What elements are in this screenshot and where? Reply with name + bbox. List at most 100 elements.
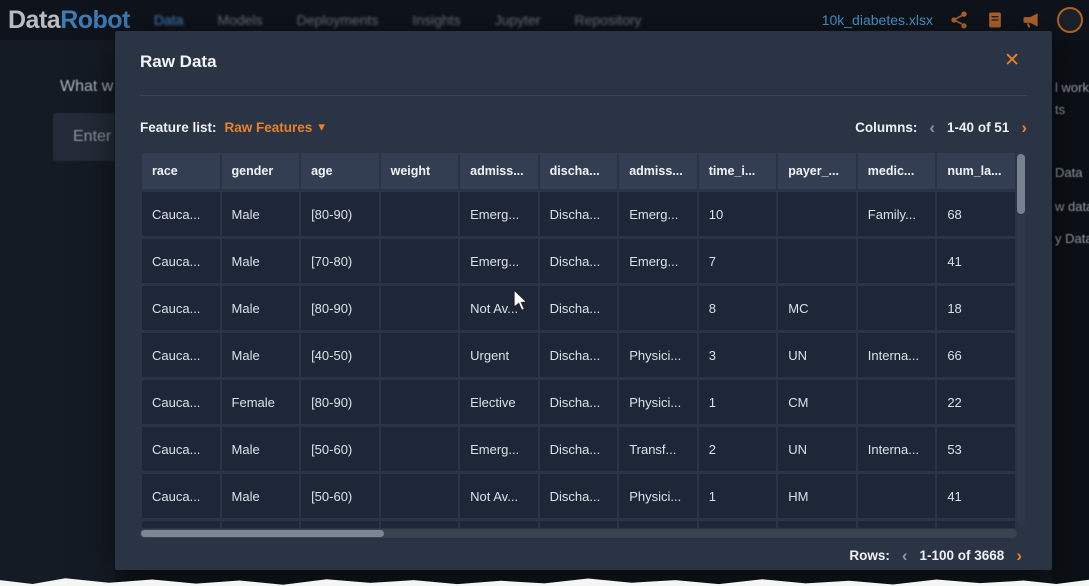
table-cell: Emerg... [619, 239, 697, 283]
predict-question-text: What w [60, 78, 115, 96]
table-cell: Physici... [619, 333, 697, 377]
table-cell: Male [222, 192, 300, 236]
table-row: Cauca...Male[70-80)Emerg...Discha...Emer… [142, 239, 1015, 283]
modal-title: Raw Data [140, 52, 217, 72]
table-cell: Urgent [460, 333, 538, 377]
table-cell [619, 286, 697, 330]
nav-item-jupyter[interactable]: Jupyter [495, 12, 541, 28]
table-row: Cauca...Female[80-90)ElectiveDischa...Ph… [142, 380, 1015, 424]
table-cell [381, 286, 459, 330]
table-row-partial [142, 521, 1015, 528]
table-cell: Discha... [540, 239, 618, 283]
modal-divider [140, 95, 1027, 96]
table-cell [222, 521, 300, 528]
table-cell: UN [778, 427, 856, 471]
table-cell: Not Av... [460, 286, 538, 330]
bg-text-fragment: ts [1055, 102, 1065, 117]
table-cell: Discha... [540, 192, 618, 236]
docs-icon[interactable] [985, 10, 1005, 30]
table-cell [381, 521, 459, 528]
column-header: time_i... [699, 153, 777, 189]
table-cell: 18 [937, 286, 1015, 330]
dataset-filename[interactable]: 10k_diabetes.xlsx [822, 12, 933, 28]
table-cell: [80-90) [301, 286, 379, 330]
table-cell: [80-90) [301, 380, 379, 424]
table-cell: CM [778, 380, 856, 424]
table-cell: Discha... [540, 286, 618, 330]
table-cell [142, 521, 220, 528]
column-header: admiss... [460, 153, 538, 189]
table-cell: Interna... [858, 427, 936, 471]
bg-text-fragment: Data [1055, 165, 1082, 180]
table-cell: 41 [937, 474, 1015, 518]
table-cell: Emerg... [460, 427, 538, 471]
rows-pager: Rows: ‹ 1-100 of 3668 › [849, 547, 1022, 564]
table-cell [381, 333, 459, 377]
table-body: Cauca...Male[80-90)Emerg...Discha...Emer… [142, 192, 1015, 528]
nav-item-models[interactable]: Models [217, 12, 262, 28]
columns-prev-icon[interactable]: ‹ [929, 119, 935, 136]
table-cell: Physici... [619, 380, 697, 424]
table-cell: Transf... [619, 427, 697, 471]
rows-next-icon[interactable]: › [1016, 547, 1022, 564]
table-cell: MC [778, 286, 856, 330]
table-cell: 7 [699, 239, 777, 283]
table-cell [381, 239, 459, 283]
table-cell: [70-80) [301, 239, 379, 283]
vertical-scrollbar-thumb[interactable] [1017, 154, 1025, 214]
table-header-row: racegenderageweightadmiss...discha...adm… [142, 153, 1015, 189]
horizontal-scrollbar-thumb[interactable] [141, 530, 384, 537]
columns-next-icon[interactable]: › [1021, 119, 1027, 136]
table-cell: [50-60) [301, 474, 379, 518]
feature-list-label: Feature list: [140, 120, 217, 135]
datarobot-logo[interactable]: DataRobot [8, 6, 130, 35]
table-cell: Male [222, 333, 300, 377]
columns-pager: Columns: ‹ 1-40 of 51 › [855, 119, 1027, 136]
vertical-scrollbar[interactable] [1017, 152, 1025, 526]
table-cell [858, 286, 936, 330]
bg-text-fragment: y Data [1055, 231, 1089, 246]
nav-item-deployments[interactable]: Deployments [297, 12, 379, 28]
top-nav-right: 10k_diabetes.xlsx [822, 7, 1083, 33]
raw-data-table: racegenderageweightadmiss...discha...adm… [140, 150, 1017, 528]
chevron-down-icon[interactable]: ▾ [318, 119, 325, 135]
table-cell [778, 521, 856, 528]
nav-item-insights[interactable]: Insights [412, 12, 460, 28]
column-header: gender [222, 153, 300, 189]
table-cell: [50-60) [301, 427, 379, 471]
share-icon[interactable] [949, 10, 969, 30]
table-cell [858, 380, 936, 424]
user-avatar[interactable] [1057, 7, 1083, 33]
nav-item-data[interactable]: Data [154, 12, 184, 28]
close-icon[interactable]: ✕ [1004, 51, 1020, 70]
table-cell: [80-90) [301, 192, 379, 236]
megaphone-icon[interactable] [1021, 10, 1041, 30]
table-cell: Cauca... [142, 474, 220, 518]
feature-list-row: Feature list: Raw Features ▾ Columns: ‹ … [140, 115, 1027, 139]
nav-item-repository[interactable]: Repository [574, 12, 641, 28]
rows-range: 1-100 of 3668 [920, 548, 1005, 563]
rows-prev-icon[interactable]: ‹ [902, 547, 908, 564]
table-cell: Discha... [540, 333, 618, 377]
table-cell [381, 380, 459, 424]
column-header: discha... [540, 153, 618, 189]
bg-text-fragment: w data [1055, 199, 1089, 214]
target-input[interactable]: Enter [53, 113, 115, 161]
table-cell: Family... [858, 192, 936, 236]
table-cell: Female [222, 380, 300, 424]
feature-list-dropdown[interactable]: Raw Features [225, 120, 313, 135]
table-cell: Not Av... [460, 474, 538, 518]
column-header: age [301, 153, 379, 189]
table-cell: HM [778, 474, 856, 518]
table-cell [858, 239, 936, 283]
table-cell: Cauca... [142, 427, 220, 471]
table-cell: Emerg... [460, 239, 538, 283]
table-cell: Male [222, 474, 300, 518]
table-cell: Discha... [540, 427, 618, 471]
horizontal-scrollbar[interactable] [140, 529, 1017, 538]
table-cell: Cauca... [142, 192, 220, 236]
table-cell: [40-50) [301, 333, 379, 377]
raw-data-modal: Raw Data ✕ Feature list: Raw Features ▾ … [115, 31, 1052, 570]
table-cell: 53 [937, 427, 1015, 471]
table-cell: Discha... [540, 380, 618, 424]
